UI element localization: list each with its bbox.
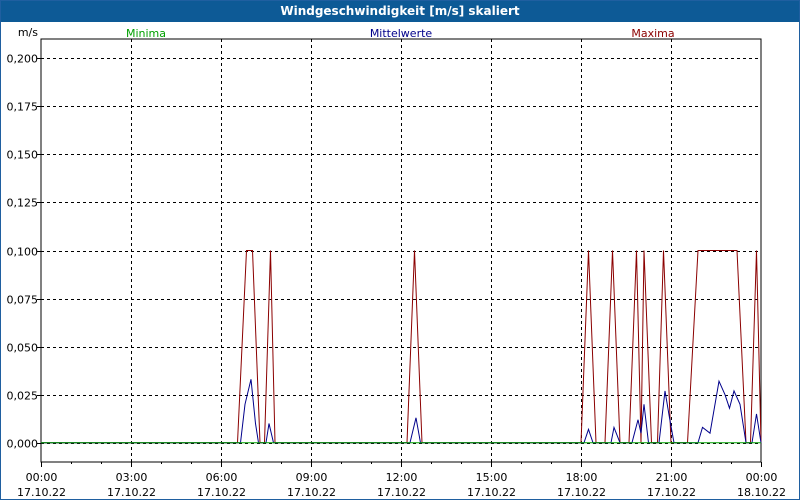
x-tick-label-date: 17.10.22 <box>287 486 336 499</box>
y-tick-label: 0,125 <box>7 197 39 210</box>
x-tick-label-time: 00:00 <box>746 471 778 484</box>
x-tick-label-time: 00:00 <box>26 471 58 484</box>
x-tick-label-time: 21:00 <box>656 471 688 484</box>
y-tick-label: 0,050 <box>7 342 39 355</box>
legend-minima: Minima <box>126 27 166 40</box>
x-tick-label-date: 17.10.22 <box>647 486 696 499</box>
x-tick-label-time: 03:00 <box>116 471 148 484</box>
x-tick-label-date: 17.10.22 <box>107 486 156 499</box>
x-tick-label-date: 17.10.22 <box>197 486 246 499</box>
y-tick-label: 0,000 <box>7 438 39 451</box>
x-tick-label-date: 18.10.22 <box>737 486 786 499</box>
grid-layer <box>41 39 761 462</box>
legend-mittelwerte: Mittelwerte <box>370 27 433 40</box>
x-tick-label-date: 17.10.22 <box>557 486 606 499</box>
y-axis-unit: m/s <box>18 26 38 39</box>
x-tick-label-time: 09:00 <box>296 471 328 484</box>
legend-maxima: Maxima <box>631 27 674 40</box>
window-title: Windgeschwindigkeit [m/s] skaliert <box>1 1 799 22</box>
x-tick-label-date: 17.10.22 <box>467 486 516 499</box>
x-tick-label-time: 12:00 <box>386 471 418 484</box>
y-tick-label: 0,200 <box>7 53 39 66</box>
y-tick-label: 0,025 <box>7 390 39 403</box>
x-tick-label-time: 18:00 <box>566 471 598 484</box>
x-tick-label-date: 17.10.22 <box>377 486 426 499</box>
y-tick-label: 0,150 <box>7 149 39 162</box>
chart-window: Windgeschwindigkeit [m/s] skaliert 0,000… <box>0 0 800 500</box>
x-tick-label-time: 15:00 <box>476 471 508 484</box>
axis-layer: 0,000 0,025 0,050 0,075 0,100 0,125 0,150 0,175… <box>7 26 786 499</box>
chart-plot: 0,000 0,025 0,050 0,075 0,100 0,125 0,150 0,175… <box>7 26 786 499</box>
y-tick-label: 0,175 <box>7 101 39 114</box>
x-tick-label-date: 17.10.22 <box>17 486 66 499</box>
legend-layer: Minima Mittelwerte Maxima <box>126 27 675 40</box>
y-tick-label: 0,100 <box>7 246 39 259</box>
y-tick-label: 0,075 <box>7 294 39 307</box>
x-tick-label-time: 06:00 <box>206 471 238 484</box>
